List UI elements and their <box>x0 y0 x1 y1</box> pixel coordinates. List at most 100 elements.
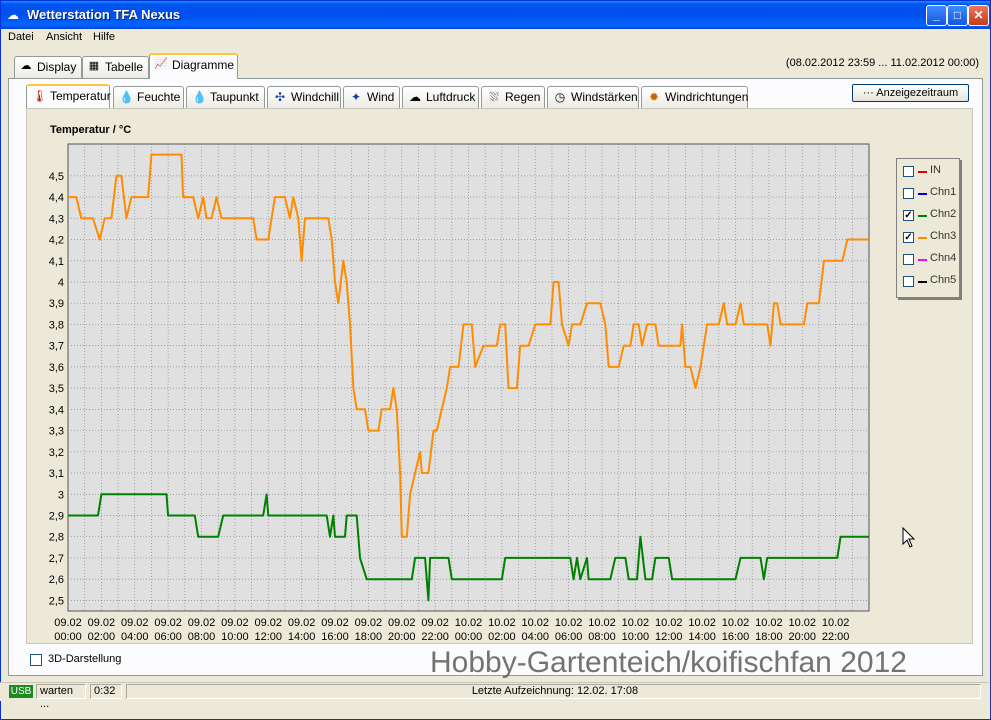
tab-temperatur[interactable]: 🌡 Temperatur <box>26 84 111 108</box>
x-tick-label-time: 10:00 <box>221 631 249 643</box>
x-tick-label-date: 10.02 <box>521 617 549 629</box>
x-tick-label-time: 20:00 <box>388 631 416 643</box>
tab-temperatur-label: Temperatur <box>50 89 111 103</box>
x-tick-label-time: 16:00 <box>321 631 349 643</box>
legend-label-chn5: Chn5 <box>930 274 957 286</box>
legend-item-chn5[interactable]: Chn5 <box>901 273 957 291</box>
x-tick-label-date: 09.02 <box>88 617 116 629</box>
watermark: Hobby-Gartenteich/koifischfan 2012 <box>430 646 907 679</box>
x-tick-label-time: 14:00 <box>288 631 316 643</box>
x-tick-label-time: 18:00 <box>355 631 383 643</box>
x-tick-label-time: 10:00 <box>622 631 650 643</box>
y-tick-label: 3,5 <box>49 383 64 395</box>
x-tick-label-date: 10.02 <box>722 617 750 629</box>
status-bar: USB warten ... 0:32 Letzte Aufzeichnung:… <box>0 682 989 710</box>
legend-swatch-chn2 <box>918 215 927 217</box>
3d-display-checkbox[interactable] <box>30 654 42 666</box>
x-tick-label-time: 14:00 <box>688 631 716 643</box>
x-tick-label-date: 10.02 <box>488 617 516 629</box>
temperature-chart: 2,5 2,6 2,7 2,8 2,9 3 3,1 3,2 3,3 3,4 3,5 3,6 3,7 3,8… <box>49 143 916 643</box>
legend-label-chn2: Chn2 <box>930 208 957 220</box>
x-tick-label-date: 10.02 <box>822 617 850 629</box>
legend-item-chn2[interactable]: ✓ Chn2 <box>901 207 957 225</box>
x-tick-label-date: 09.02 <box>188 617 216 629</box>
y-tick-label: 2,9 <box>49 510 64 522</box>
legend-checkbox-chn3[interactable]: ✓ <box>903 232 914 243</box>
tab-diagramme[interactable]: 📈 Diagramme <box>149 53 238 79</box>
x-tick-label-time: 00:00 <box>455 631 483 643</box>
x-tick-label-time: 20:00 <box>788 631 816 643</box>
x-tick-label-date: 09.02 <box>54 617 82 629</box>
legend-checkbox-chn4[interactable] <box>903 254 914 265</box>
status-time: 0:32 <box>90 684 122 699</box>
y-tick-label: 4,1 <box>49 256 64 268</box>
y-tick-label: 3,8 <box>49 319 64 331</box>
mouse-cursor-icon <box>902 526 916 548</box>
x-tick-label-date: 09.02 <box>254 617 282 629</box>
chart-title: Temperatur / °C <box>50 124 132 136</box>
legend-item-in[interactable]: IN <box>901 163 957 181</box>
x-tick-label-time: 06:00 <box>154 631 182 643</box>
y-tick-label: 3,3 <box>49 426 64 438</box>
legend-item-chn4[interactable]: Chn4 <box>901 251 957 269</box>
x-tick-label-date: 09.02 <box>321 617 349 629</box>
legend-checkbox-chn1[interactable] <box>903 188 914 199</box>
legend-swatch-chn5 <box>918 281 927 283</box>
3d-display-label: 3D-Darstellung <box>48 653 122 665</box>
x-tick-label-time: 22:00 <box>421 631 449 643</box>
legend-checkbox-chn2[interactable]: ✓ <box>903 210 914 221</box>
y-tick-label: 3 <box>58 489 64 501</box>
x-tick-label-date: 09.02 <box>388 617 416 629</box>
x-tick-label-date: 09.02 <box>121 617 149 629</box>
x-tick-label-time: 08:00 <box>588 631 616 643</box>
usb-indicator: USB <box>9 685 33 698</box>
x-tick-label-time: 00:00 <box>54 631 82 643</box>
x-tick-label-date: 10.02 <box>688 617 716 629</box>
y-tick-label: 3,7 <box>49 341 64 353</box>
thermometer-icon: 🌡 <box>32 89 48 103</box>
x-tick-label-time: 02:00 <box>88 631 116 643</box>
chart-icon: 📈 <box>154 58 168 70</box>
legend-label-chn3: Chn3 <box>930 230 957 242</box>
y-tick-label: 4 <box>58 277 64 289</box>
x-tick-label-time: 02:00 <box>488 631 516 643</box>
x-tick-label-date: 09.02 <box>421 617 449 629</box>
x-tick-label-date: 10.02 <box>655 617 683 629</box>
legend-swatch-chn1 <box>918 193 927 195</box>
legend-checkbox-chn5[interactable] <box>903 276 914 287</box>
legend-label-chn4: Chn4 <box>930 252 957 264</box>
x-tick-label-date: 09.02 <box>154 617 182 629</box>
y-tick-label: 3,1 <box>49 468 64 480</box>
chart-legend: IN Chn1 ✓ Chn2 ✓ Chn3 Chn4 Chn5 <box>896 158 960 298</box>
x-tick-label-time: 04:00 <box>521 631 549 643</box>
y-tick-label: 3,6 <box>49 362 64 374</box>
y-tick-label: 3,2 <box>49 447 64 459</box>
x-tick-label-date: 10.02 <box>588 617 616 629</box>
y-tick-label: 2,6 <box>49 574 64 586</box>
status-state: warten ... <box>36 684 86 710</box>
x-tick-label-date: 10.02 <box>788 617 816 629</box>
x-tick-label-date: 10.02 <box>622 617 650 629</box>
legend-checkbox-in[interactable] <box>903 166 914 177</box>
legend-swatch-chn4 <box>918 259 927 261</box>
legend-item-chn3[interactable]: ✓ Chn3 <box>901 229 957 247</box>
x-tick-label-time: 12:00 <box>655 631 683 643</box>
x-tick-label-date: 10.02 <box>555 617 583 629</box>
y-tick-label: 2,7 <box>49 553 64 565</box>
x-tick-label-time: 22:00 <box>822 631 850 643</box>
x-tick-label-date: 10.02 <box>755 617 783 629</box>
x-tick-label-time: 04:00 <box>121 631 149 643</box>
status-last-record: Letzte Aufzeichnung: 12.02. 17:08 <box>126 684 981 699</box>
legend-item-chn1[interactable]: Chn1 <box>901 185 957 203</box>
x-tick-label-date: 09.02 <box>288 617 316 629</box>
x-tick-label-date: 09.02 <box>221 617 249 629</box>
y-tick-label: 3,4 <box>49 404 64 416</box>
x-tick-label-time: 12:00 <box>254 631 282 643</box>
y-tick-label: 4,4 <box>49 192 64 204</box>
x-tick-label-date: 09.02 <box>355 617 383 629</box>
x-tick-label-time: 06:00 <box>555 631 583 643</box>
y-tick-label: 4,3 <box>49 213 64 225</box>
x-tick-label-time: 18:00 <box>755 631 783 643</box>
x-tick-label-time: 08:00 <box>188 631 216 643</box>
x-tick-label-time: 16:00 <box>722 631 750 643</box>
